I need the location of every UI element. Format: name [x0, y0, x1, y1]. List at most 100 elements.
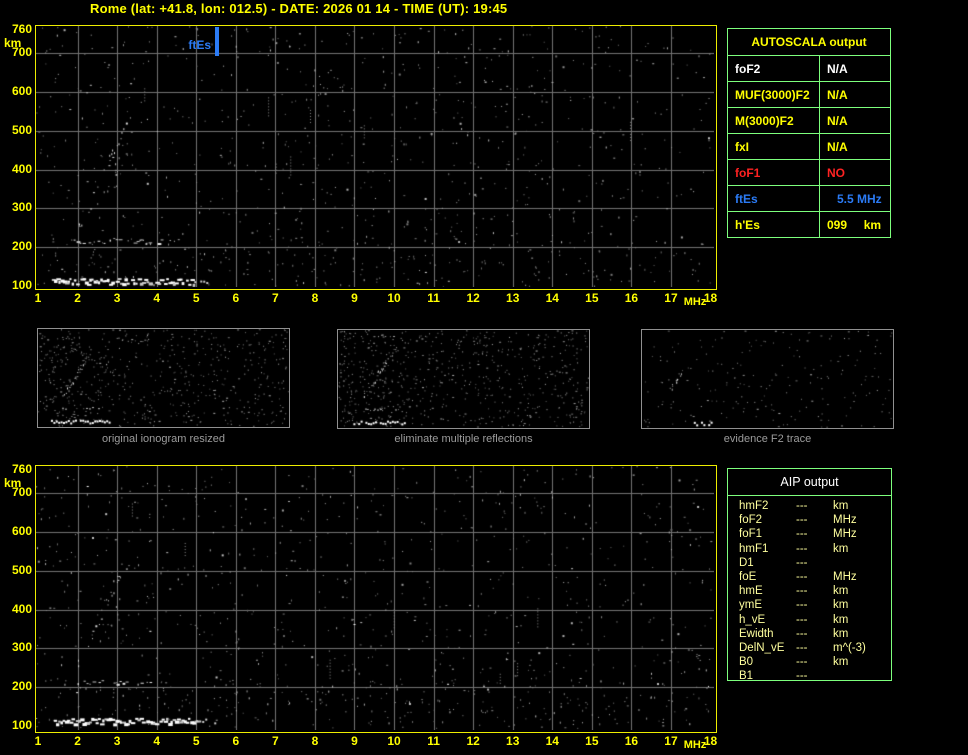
aip-label: hmF2: [739, 500, 769, 512]
x-tick-label: 12: [466, 291, 480, 305]
x-tick-label: 7: [272, 734, 279, 748]
aip-table-row: foF2 --- MHz: [739, 513, 891, 527]
thumbnail-canvas-original: [38, 329, 289, 427]
x-tick-label: 8: [311, 734, 319, 748]
aip-table-row: foF1 --- MHz: [739, 527, 891, 541]
parameter-name: foF2: [728, 56, 820, 81]
x-tick-label: 8: [311, 291, 319, 305]
aip-unit: km: [833, 613, 849, 626]
parameter-name: M(3000)F2: [728, 108, 820, 133]
thumbnail-original-ionogram: [37, 328, 290, 428]
aip-value: ---: [796, 500, 808, 512]
parameter-name: foF1: [728, 160, 820, 185]
ftes-marker-label: ftEs: [188, 38, 212, 52]
x-tick-label: 6: [232, 734, 240, 748]
aip-table-row: B1 ---: [739, 669, 891, 683]
parameter-value: N/A: [827, 61, 848, 76]
autoscala-output-table: AUTOSCALA output foF2 N/A MUF(3000)F2 N/A M(…: [727, 28, 891, 238]
aip-table-row: h_vE --- km: [739, 613, 891, 627]
aip-unit: [833, 669, 891, 683]
aip-unit: [833, 556, 891, 570]
y-tick-label: 600: [11, 84, 32, 99]
autoscala-table-rows: foF2 N/A MUF(3000)F2 N/A M(3000)F2 N/A fxI N/A f…: [728, 56, 890, 237]
parameter-value: N/A: [827, 87, 848, 102]
aip-label: hmE: [739, 585, 763, 598]
x-tick-label: 3: [113, 734, 121, 748]
aip-label: hmF1: [739, 542, 769, 555]
aip-value: ---: [796, 528, 808, 541]
aip-unit: km: [833, 585, 849, 598]
x-tick-label: 2: [74, 734, 81, 748]
aip-label: foE: [739, 570, 757, 583]
thumbnail-label-eliminate: eliminate multiple reflections: [394, 433, 533, 445]
aip-table-row: hmF2 --- km: [739, 499, 891, 513]
aip-unit: km: [833, 542, 849, 555]
parameter-name: MUF(3000)F2: [728, 82, 820, 107]
y-tick-label: 100: [11, 718, 32, 733]
aip-label: B1: [739, 670, 754, 683]
x-tick-label: 5: [192, 291, 200, 305]
ionogram-canvas-aip: [36, 466, 714, 730]
aip-unit: km: [833, 599, 849, 612]
aip-unit: m^(-3): [833, 641, 866, 654]
y-tick-label: 500: [11, 562, 32, 577]
x-tick-label: 4: [153, 291, 161, 305]
aip-label: foF1: [739, 528, 763, 541]
parameter-value: NO: [827, 165, 845, 180]
y-tick-label: 300: [11, 200, 32, 215]
autoscala-table-title: AUTOSCALA output: [728, 29, 890, 56]
aip-value: ---: [796, 556, 808, 569]
aip-unit: MHz: [833, 514, 857, 527]
x-tick-label: 9: [351, 734, 358, 748]
ionogram-plot-main: ftEs: [35, 25, 717, 290]
x-tick-label: 1: [34, 291, 42, 305]
aip-value: ---: [796, 641, 808, 654]
x-tick-label: 14: [545, 291, 559, 305]
aip-table-row: ymE --- km: [739, 598, 891, 612]
aip-table-row: hmE --- km: [739, 584, 891, 598]
x-axis-unit-label: MHz: [683, 296, 707, 308]
x-tick-label: 3: [113, 291, 121, 305]
x-tick-label: 9: [351, 291, 358, 305]
thumbnail-label-evidence: evidence F2 trace: [723, 433, 812, 445]
aip-table-row: Ewidth --- km: [739, 627, 891, 641]
aip-table-rows: hmF2 --- km foF2 --- MHz foF1 --- MHz hmF1 --- km D1…: [728, 496, 891, 683]
aip-value: ---: [796, 585, 808, 598]
parameter-value: N/A: [827, 113, 848, 128]
aip-unit: km: [833, 500, 849, 512]
x-tick-label: 17: [664, 291, 678, 305]
x-tick-label: 7: [272, 291, 279, 305]
x-tick-label: 11: [427, 734, 440, 748]
aip-label: foF2: [739, 514, 763, 527]
aip-label: D1: [739, 556, 754, 569]
x-tick-label: 15: [585, 734, 599, 748]
x-tick-label: 14: [545, 734, 559, 748]
parameter-name: ftEs: [728, 186, 820, 211]
x-tick-label: 15: [585, 291, 599, 305]
aip-label: h_vE: [739, 613, 766, 626]
aip-table-row: DelN_vE --- m^(-3): [739, 641, 891, 655]
y-tick-label: 600: [11, 524, 32, 539]
parameter-value: 5.5 MHz: [827, 191, 882, 206]
aip-table-row: B0 --- km: [739, 655, 891, 669]
y-tick-label: 300: [11, 640, 32, 655]
ionogram-plot-aip: [35, 465, 717, 733]
autoscala-table-row: foF1 NO: [728, 160, 890, 186]
x-tick-label: 16: [624, 734, 639, 748]
aip-value: ---: [796, 599, 808, 612]
x-tick-label: 11: [427, 291, 440, 305]
autoscala-window: Rome (lat: +41.8, lon: 012.5) - DATE: 20…: [0, 0, 968, 755]
parameter-value: N/A: [827, 139, 848, 154]
y-tick-label: 400: [11, 601, 32, 616]
x-tick-label: 17: [664, 734, 678, 748]
y-tick-label: 100: [11, 278, 32, 293]
x-tick-label: 4: [153, 734, 161, 748]
x-tick-label: 6: [232, 291, 240, 305]
autoscala-table-row: M(3000)F2 N/A: [728, 108, 890, 134]
aip-value: ---: [796, 627, 808, 640]
autoscala-table-row: h'Es 099 km: [728, 212, 890, 237]
y-tick-label: 760: [11, 22, 32, 36]
aip-unit: MHz: [833, 528, 857, 541]
aip-table-row: hmF1 --- km: [739, 542, 891, 556]
thumbnail-eliminate-reflections: [337, 329, 590, 429]
